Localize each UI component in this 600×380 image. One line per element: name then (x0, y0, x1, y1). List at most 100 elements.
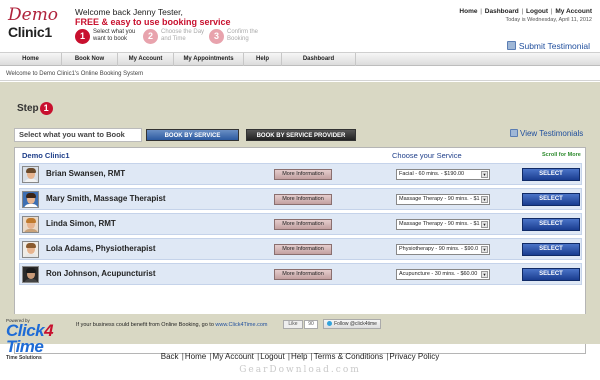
footer-link-help[interactable]: Help (291, 352, 307, 361)
like-button[interactable]: Like (283, 320, 303, 329)
service-select[interactable]: Acupuncture - 30 mins. - $60.00 ▼ (396, 269, 490, 280)
brand-part: 4 (44, 321, 54, 340)
avatar (22, 166, 39, 183)
clinic-logo[interactable]: Demo Clinic1 (8, 6, 64, 46)
panel-header: Demo Clinic1 Choose your Service Scroll … (15, 148, 585, 162)
footer-links: Back |Home |My Account |Logout |Help |Te… (0, 352, 600, 361)
more-information-button[interactable]: More Information (274, 244, 332, 255)
step-3-label: Confirm the Booking (227, 29, 259, 42)
top-link-logout[interactable]: Logout (526, 8, 548, 15)
avatar (22, 216, 39, 233)
service-select[interactable]: Massage Therapy - 90 mins. - $1 ▼ (396, 194, 490, 205)
avatar-body (24, 254, 38, 257)
footer-link-back[interactable]: Back (161, 352, 179, 361)
top-link-dashboard[interactable]: Dashboard (485, 8, 519, 15)
step-1-number: 1 (75, 29, 90, 44)
dropdown-arrow-icon: ▼ (481, 171, 488, 178)
nav-home[interactable]: Home (0, 53, 62, 66)
provider-row: Mary Smith, Massage Therapist More Infor… (19, 188, 582, 210)
service-select-value: Physiotherapy - 90 mins. - $90.0 (399, 246, 479, 252)
avatar-hair (26, 243, 36, 248)
booking-steps: 1 Select what you want to book 2 Choose … (75, 28, 275, 48)
main-nav: Home Book Now My Account My Appointments… (0, 52, 600, 66)
nav-dashboard[interactable]: Dashboard (282, 53, 356, 66)
provider-row: Brian Swansen, RMT More Information Faci… (19, 163, 582, 185)
provider-name: Ron Johnson, Acupuncturist (46, 269, 156, 278)
scroll-for-more: Scroll for More (542, 152, 581, 158)
nav-help[interactable]: Help (244, 53, 282, 66)
testimonial-icon (510, 129, 518, 137)
service-select-value: Massage Therapy - 90 mins. - $1 (399, 221, 480, 227)
avatar (22, 266, 39, 283)
booking-mode-row: Select what you want to Book BOOK BY SER… (14, 128, 586, 142)
logo-line2: Clinic1 (8, 24, 52, 40)
nav-book-now[interactable]: Book Now (62, 53, 118, 66)
footer-link-home[interactable]: Home (185, 352, 206, 361)
avatar (22, 241, 39, 258)
step-1: 1 Select what you want to book (75, 28, 145, 48)
top-link-my-account[interactable]: My Account (555, 8, 592, 15)
avatar-hair (26, 218, 36, 223)
dropdown-arrow-icon: ▼ (481, 271, 488, 278)
promo-message: If your business could benefit from Onli… (76, 322, 214, 328)
tab-book-by-service[interactable]: BOOK BY SERVICE (146, 129, 239, 141)
more-information-button[interactable]: More Information (274, 194, 332, 205)
breadcrumb: Welcome to Demo Clinic1's Online Booking… (0, 68, 600, 81)
dropdown-arrow-icon: ▼ (481, 246, 488, 253)
step-heading-label: Step (17, 103, 39, 114)
select-button[interactable]: SELECT (522, 193, 580, 206)
separator: | (254, 352, 260, 361)
service-select-value: Facial - 60 mins. - $190.00 (399, 171, 465, 177)
avatar-body (24, 279, 38, 282)
welcome-message: Welcome back Jenny Tester, (75, 7, 183, 17)
avatar-hair (26, 268, 36, 273)
more-information-button[interactable]: More Information (274, 219, 332, 230)
service-select-value: Acupuncture - 30 mins. - $60.00 (399, 271, 478, 277)
separator: | (308, 352, 313, 361)
separator: | (207, 352, 212, 361)
promo-link[interactable]: www.Click4Time.com (215, 322, 267, 328)
nav-my-account[interactable]: My Account (118, 53, 174, 66)
separator: | (519, 8, 526, 15)
top-link-home[interactable]: Home (459, 8, 477, 15)
top-links: Home | Dashboard | Logout | My Account (459, 8, 592, 15)
submit-testimonial-link[interactable]: Submit Testimonial (506, 41, 590, 51)
service-select[interactable]: Facial - 60 mins. - $190.00 ▼ (396, 169, 490, 180)
provider-name: Lola Adams, Physiotherapist (46, 244, 156, 253)
service-select[interactable]: Massage Therapy - 90 mins. - $1 ▼ (396, 219, 490, 230)
select-button[interactable]: SELECT (522, 243, 580, 256)
footer-link-privacy[interactable]: Privacy Policy (389, 352, 439, 361)
more-information-button[interactable]: More Information (274, 169, 332, 180)
avatar-hair (26, 193, 36, 198)
nav-my-appointments[interactable]: My Appointments (174, 53, 244, 66)
select-button[interactable]: SELECT (522, 218, 580, 231)
step-1-label: Select what you want to book (93, 29, 136, 42)
logo-line1: Demo (8, 5, 59, 25)
select-button[interactable]: SELECT (522, 168, 580, 181)
avatar-body (24, 179, 38, 182)
separator: | (179, 352, 184, 361)
watermark: GearDownload.com (239, 365, 361, 375)
view-testimonials-label: View Testimonials (520, 129, 584, 138)
footer-link-logout[interactable]: Logout (260, 352, 284, 361)
footer-link-terms[interactable]: Terms & Conditions (314, 352, 383, 361)
choose-service-heading: Choose your Service (392, 151, 462, 160)
step-2-number: 2 (143, 29, 158, 44)
breadcrumb-text: Welcome to Demo Clinic1's Online Booking… (6, 71, 144, 77)
avatar (22, 191, 39, 208)
today-date: Today is Wednesday, April 11, 2012 (505, 17, 592, 23)
follow-button[interactable]: Follow @click4time (323, 319, 381, 329)
provider-name: Linda Simon, RMT (46, 219, 116, 228)
more-information-button[interactable]: More Information (274, 269, 332, 280)
follow-label: Follow @click4time (334, 321, 377, 327)
avatar-body (24, 204, 38, 207)
service-select[interactable]: Physiotherapy - 90 mins. - $90.0 ▼ (396, 244, 490, 255)
footer-link-my-account[interactable]: My Account (213, 352, 254, 361)
like-count: 90 (304, 320, 318, 329)
view-testimonials-link[interactable]: View Testimonials (510, 128, 583, 140)
separator: | (549, 8, 555, 15)
select-button[interactable]: SELECT (522, 268, 580, 281)
step-2-label: Choose the Day and Time (161, 29, 205, 42)
promo-text: If your business could benefit from Onli… (76, 322, 267, 328)
tab-book-by-provider[interactable]: BOOK BY SERVICE PROVIDER (246, 129, 356, 141)
